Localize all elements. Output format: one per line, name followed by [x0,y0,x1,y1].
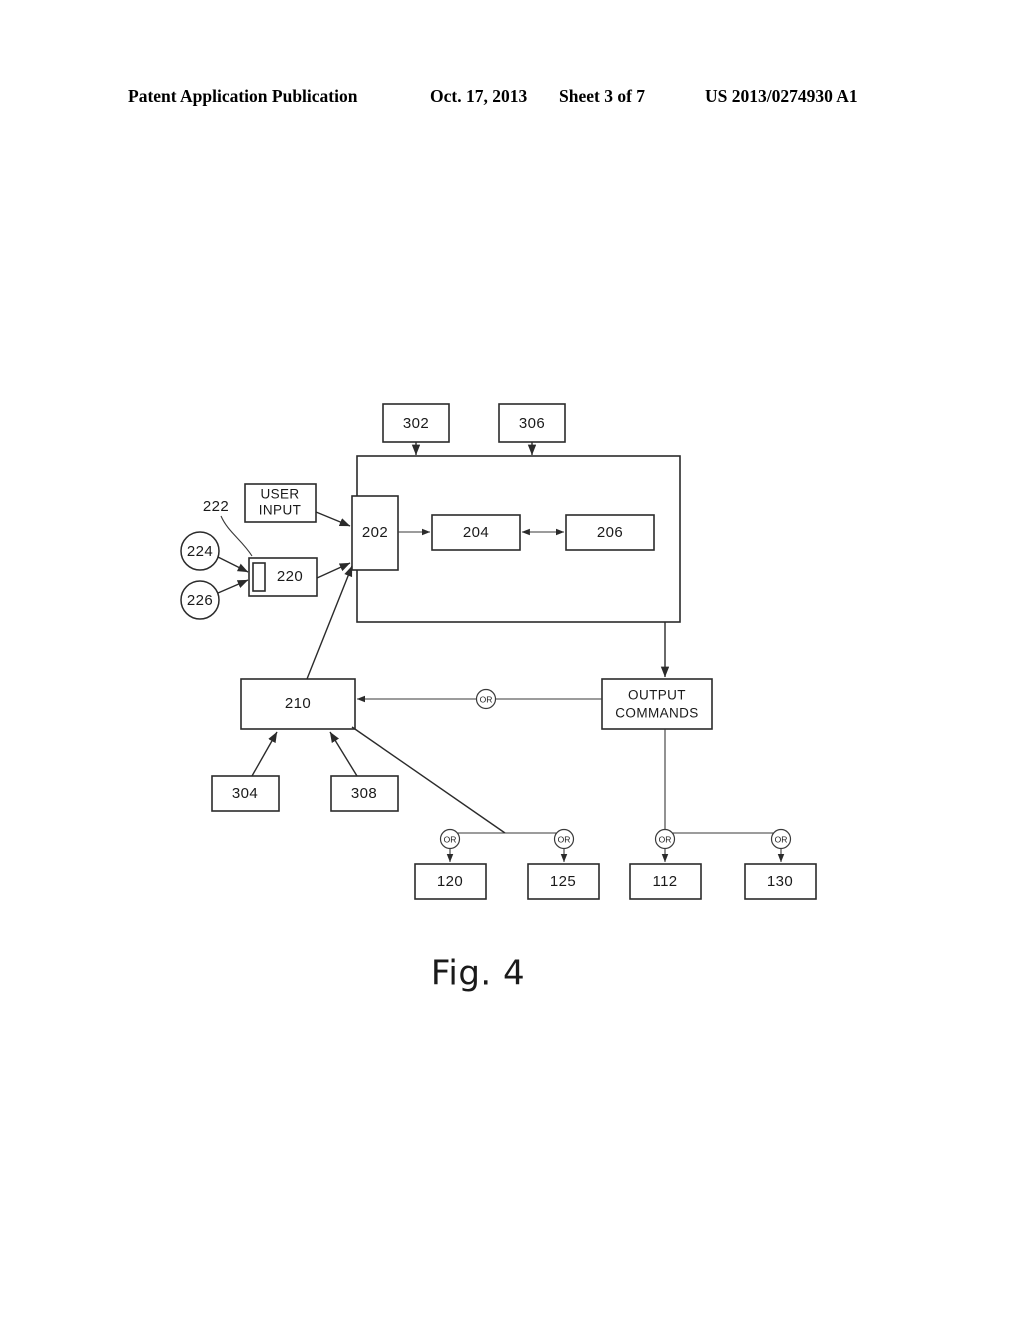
user-input-box-group: USER INPUT [244,483,317,523]
output-commands-box-group: OUTPUT COMMANDS [601,678,713,730]
inner-element-222 [252,562,266,592]
box-130-label: 130 [767,873,793,890]
connector-user-input-to-202 [315,511,351,527]
figure-diagram-canvas: 302 306 USER INPUT 222 224 226 220 202 2… [180,403,817,994]
box-210-label: 210 [285,695,311,712]
box-308-label: 308 [351,785,377,802]
or-gate-112-group: OR [654,828,676,850]
box-220-label: 220 [277,568,303,585]
connector-220-to-202 [316,562,351,579]
box-206-label: 206 [597,524,623,541]
box-304-group: 304 [211,775,280,812]
box-302-label: 302 [403,415,429,432]
box-302-group: 302 [382,403,450,443]
or-gate-center-group: OR [475,688,497,710]
or-gate-120-label: OR [444,834,457,844]
box-308-group: 308 [330,775,399,812]
box-206-group: 206 [565,514,655,551]
box-120-group: 120 [414,863,487,900]
or-gate-center-label: OR [480,694,493,704]
connector-308-to-210 [329,731,358,777]
connector-224-to-220 [217,556,249,573]
box-204-group: 204 [431,514,521,551]
box-202-group: 202 [351,495,399,571]
figure-caption: Fig. 4 [431,954,525,994]
connector-226-to-220 [217,579,249,594]
callout-circle-224-group: 224 [180,531,220,571]
callout-226-label: 226 [187,592,213,609]
output-commands-label-line1: OUTPUT [628,688,686,703]
box-220-group: 220 [248,557,318,597]
box-112-group: 112 [629,863,702,900]
box-306-label: 306 [519,415,545,432]
or-gate-125-label: OR [558,834,571,844]
box-120-label: 120 [437,873,463,890]
or-gate-130-group: OR [770,828,792,850]
output-commands-label-line2: COMMANDS [615,706,698,721]
box-125-group: 125 [527,863,600,900]
callout-circle-226-group: 226 [180,580,220,620]
box-130-group: 130 [744,863,817,900]
or-gate-130-label: OR [775,834,788,844]
or-gate-120-group: OR [439,828,461,850]
box-202-label: 202 [362,524,388,541]
user-input-label-line2: INPUT [259,503,302,518]
or-gate-125-group: OR [553,828,575,850]
patent-figure-4: 302 306 USER INPUT 222 224 226 220 202 2… [0,0,1024,1320]
callout-224-label: 224 [187,543,213,560]
user-input-label-line1: USER [260,487,299,502]
callout-222-label: 222 [203,498,229,515]
box-112-label: 112 [652,873,677,890]
box-125-label: 125 [550,873,576,890]
output-commands-box [601,678,713,730]
box-304-label: 304 [232,785,258,802]
or-gate-112-label: OR [659,834,672,844]
box-210-group: 210 [240,678,356,730]
connector-304-to-210 [251,731,278,777]
box-306-group: 306 [498,403,566,443]
box-204-label: 204 [463,524,489,541]
